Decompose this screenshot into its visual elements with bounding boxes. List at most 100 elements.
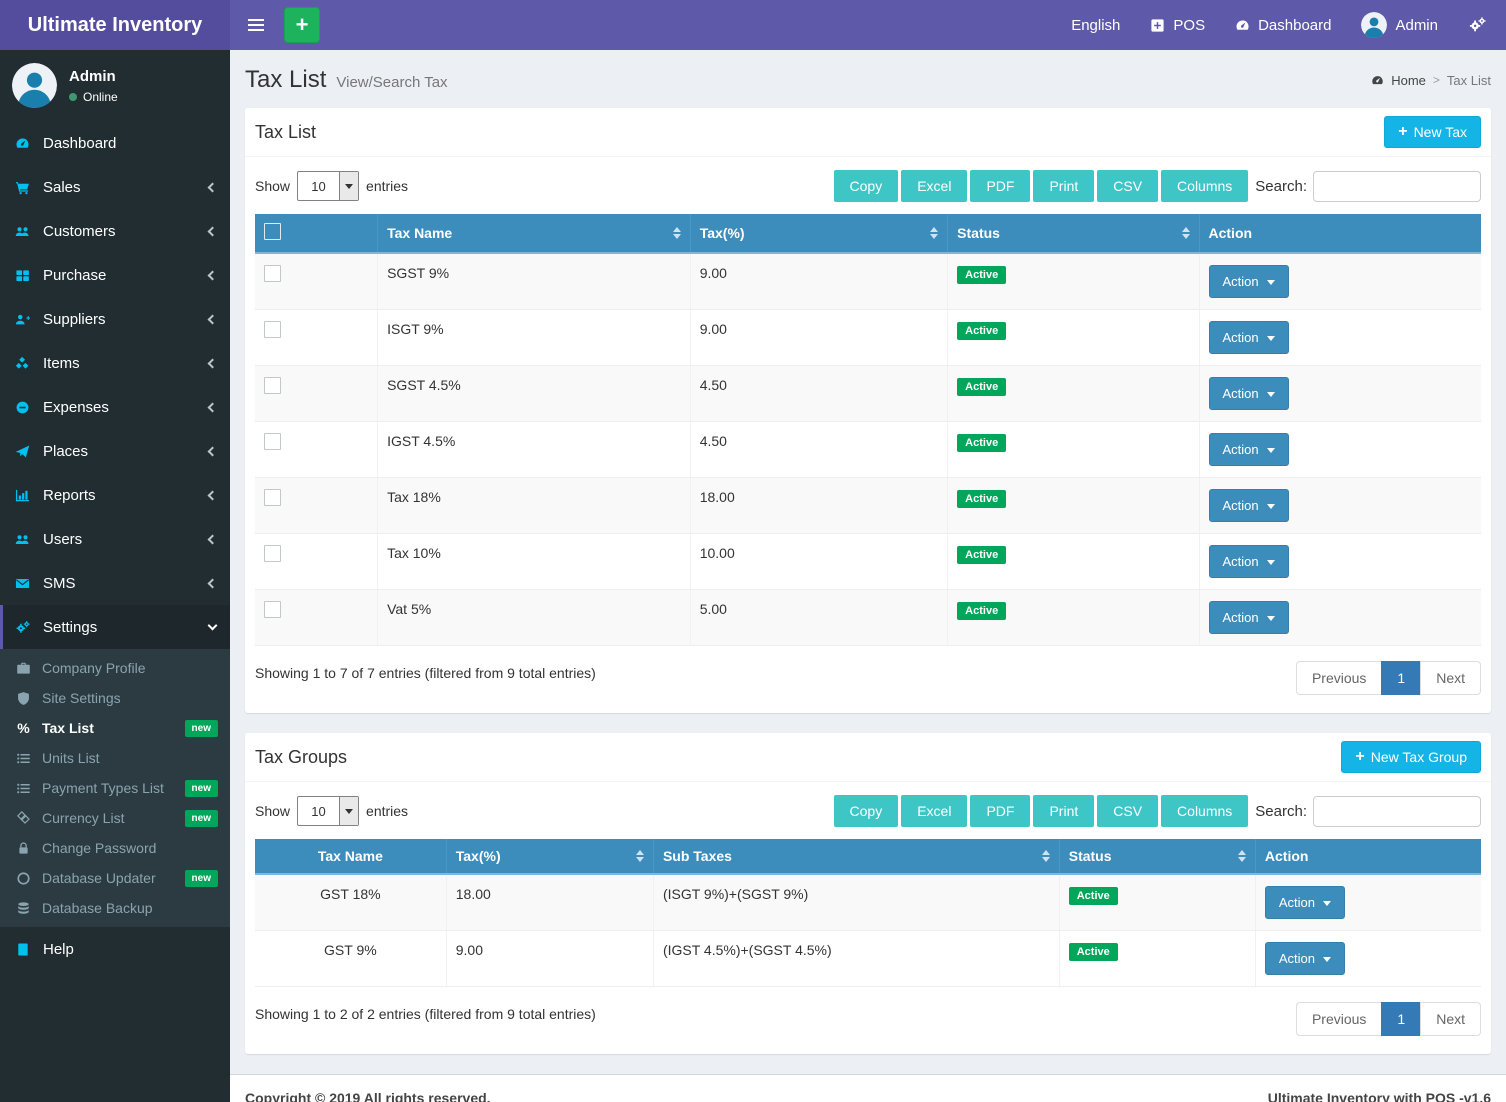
- column-header-tax-pct[interactable]: Tax(%): [690, 214, 947, 253]
- columns-button[interactable]: Columns: [1161, 795, 1248, 827]
- tax-groups-panel: Tax Groups + New Tax Group Show 10 entri…: [245, 733, 1491, 1054]
- pdf-button[interactable]: PDF: [970, 170, 1030, 202]
- caret-down-icon: [1267, 504, 1275, 513]
- column-header-status[interactable]: Status: [948, 214, 1199, 253]
- row-checkbox[interactable]: [264, 321, 281, 338]
- user-menu[interactable]: Admin: [1361, 12, 1438, 38]
- action-dropdown-button[interactable]: Action: [1265, 886, 1345, 919]
- new-tax-group-button[interactable]: + New Tax Group: [1341, 741, 1481, 773]
- sidebar-item-settings[interactable]: Settings: [0, 605, 230, 649]
- column-header-status[interactable]: Status: [1059, 839, 1255, 874]
- chevron-left-icon: [208, 402, 218, 412]
- shield-icon: [16, 691, 31, 706]
- page-1-button[interactable]: 1: [1381, 661, 1421, 695]
- settings-menu[interactable]: [1468, 16, 1486, 34]
- next-page-button[interactable]: Next: [1420, 1002, 1481, 1036]
- sidebar-item-site-settings[interactable]: Site Settings: [0, 683, 230, 713]
- next-page-button[interactable]: Next: [1420, 661, 1481, 695]
- sidebar-item-currency-list[interactable]: Currency List new: [0, 803, 230, 833]
- sidebar-item-dashboard[interactable]: Dashboard: [0, 121, 230, 165]
- pos-label: POS: [1173, 17, 1205, 34]
- column-header-tax-name[interactable]: Tax Name: [378, 214, 691, 253]
- breadcrumb-home[interactable]: Home: [1391, 73, 1426, 88]
- caret-down-icon: [1267, 616, 1275, 625]
- search-input[interactable]: [1313, 171, 1481, 202]
- previous-page-button[interactable]: Previous: [1296, 1002, 1382, 1036]
- sidebar-item-suppliers[interactable]: Suppliers: [0, 297, 230, 341]
- sidebar-item-help[interactable]: Help: [0, 927, 230, 971]
- print-button[interactable]: Print: [1033, 795, 1094, 827]
- row-checkbox[interactable]: [264, 265, 281, 282]
- csv-button[interactable]: CSV: [1097, 170, 1158, 202]
- action-dropdown-button[interactable]: Action: [1209, 545, 1289, 578]
- sidebar-item-company-profile[interactable]: Company Profile: [0, 653, 230, 683]
- pdf-button[interactable]: PDF: [970, 795, 1030, 827]
- language-menu[interactable]: English: [1071, 17, 1120, 34]
- copy-button[interactable]: Copy: [834, 795, 899, 827]
- grid-icon: [15, 268, 30, 283]
- action-dropdown-button[interactable]: Action: [1209, 433, 1289, 466]
- columns-button[interactable]: Columns: [1161, 170, 1248, 202]
- row-checkbox[interactable]: [264, 433, 281, 450]
- circle-icon: [16, 871, 31, 886]
- entries-summary: Showing 1 to 2 of 2 entries (filtered fr…: [255, 1002, 596, 1022]
- page-1-button[interactable]: 1: [1381, 1002, 1421, 1036]
- action-dropdown-button[interactable]: Action: [1209, 321, 1289, 354]
- action-dropdown-button[interactable]: Action: [1209, 265, 1289, 298]
- sidebar-item-customers[interactable]: Customers: [0, 209, 230, 253]
- row-checkbox[interactable]: [264, 377, 281, 394]
- sidebar-item-sales[interactable]: Sales: [0, 165, 230, 209]
- row-checkbox[interactable]: [264, 545, 281, 562]
- csv-button[interactable]: CSV: [1097, 795, 1158, 827]
- chevron-left-icon: [208, 446, 218, 456]
- pos-link[interactable]: POS: [1150, 17, 1205, 34]
- action-dropdown-button[interactable]: Action: [1209, 601, 1289, 634]
- column-header-tax-name[interactable]: Tax Name: [255, 839, 446, 874]
- dashboard-icon: [1235, 18, 1250, 33]
- users-icon: [15, 224, 30, 239]
- sidebar-item-items[interactable]: Items: [0, 341, 230, 385]
- action-dropdown-button[interactable]: Action: [1265, 942, 1345, 975]
- sidebar-item-purchase[interactable]: Purchase: [0, 253, 230, 297]
- row-checkbox[interactable]: [264, 601, 281, 618]
- page-length-select[interactable]: 10: [297, 796, 359, 826]
- sidebar-item-tax-list[interactable]: % Tax List new: [0, 713, 230, 743]
- sidebar-item-users[interactable]: Users: [0, 517, 230, 561]
- sidebar-item-units-list[interactable]: Units List: [0, 743, 230, 773]
- sidebar-item-reports[interactable]: Reports: [0, 473, 230, 517]
- tax-pct-cell: 10.00: [690, 534, 947, 590]
- quick-add-button[interactable]: +: [284, 7, 320, 43]
- page-length-control: Show 10 entries: [255, 171, 408, 201]
- search-input[interactable]: [1313, 796, 1481, 827]
- sidebar-toggle-icon[interactable]: [240, 9, 272, 41]
- sidebar-item-change-password[interactable]: Change Password: [0, 833, 230, 863]
- sidebar-item-places[interactable]: Places: [0, 429, 230, 473]
- row-checkbox[interactable]: [264, 489, 281, 506]
- caret-down-icon: [1267, 560, 1275, 569]
- app-logo[interactable]: Ultimate Inventory: [0, 0, 230, 50]
- select-all-checkbox[interactable]: [264, 223, 281, 240]
- minus-circle-icon: [15, 400, 30, 415]
- sidebar-item-database-backup[interactable]: Database Backup: [0, 893, 230, 923]
- column-header-sub-taxes[interactable]: Sub Taxes: [653, 839, 1059, 874]
- action-dropdown-button[interactable]: Action: [1209, 489, 1289, 522]
- excel-button[interactable]: Excel: [901, 170, 967, 202]
- new-tax-button[interactable]: + New Tax: [1384, 116, 1481, 148]
- page-length-select[interactable]: 10: [297, 171, 359, 201]
- column-header-tax-pct[interactable]: Tax(%): [446, 839, 653, 874]
- action-dropdown-button[interactable]: Action: [1209, 377, 1289, 410]
- page-title: Tax List View/Search Tax: [245, 66, 448, 94]
- sidebar-user-panel: Admin Online: [0, 50, 230, 121]
- print-button[interactable]: Print: [1033, 170, 1094, 202]
- dashboard-link[interactable]: Dashboard: [1235, 17, 1331, 34]
- select-all-header[interactable]: [255, 214, 378, 253]
- sidebar-item-database-updater[interactable]: Database Updater new: [0, 863, 230, 893]
- copy-button[interactable]: Copy: [834, 170, 899, 202]
- table-row: ISGT 9% 9.00 Active Action: [255, 310, 1481, 366]
- sidebar-item-sms[interactable]: SMS: [0, 561, 230, 605]
- sidebar-item-payment-types-list[interactable]: Payment Types List new: [0, 773, 230, 803]
- previous-page-button[interactable]: Previous: [1296, 661, 1382, 695]
- excel-button[interactable]: Excel: [901, 795, 967, 827]
- sidebar-item-expenses[interactable]: Expenses: [0, 385, 230, 429]
- caret-down-icon: [1323, 901, 1331, 910]
